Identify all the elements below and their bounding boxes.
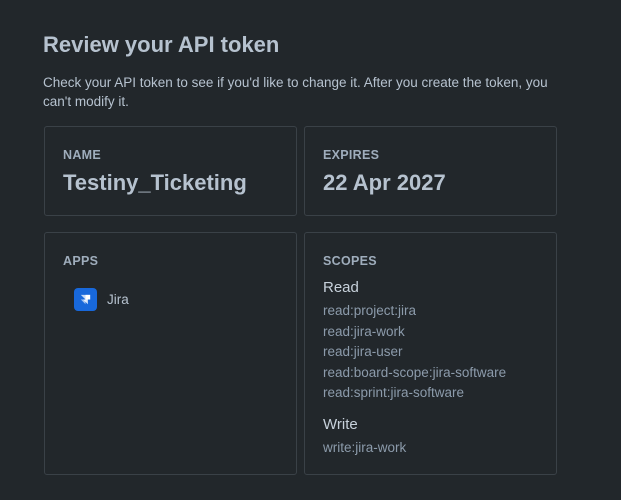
expires-card: EXPIRES 22 Apr 2027	[304, 126, 557, 216]
app-item-jira: Jira	[74, 288, 129, 311]
apps-card: APPS Jira	[44, 232, 297, 475]
review-api-token-page: Review your API token Check your API tok…	[0, 0, 621, 500]
apps-label: APPS	[63, 254, 99, 268]
expiry-date-value: 22 Apr 2027	[323, 170, 446, 195]
write-scopes-title: Write	[323, 416, 358, 433]
scopes-card: SCOPES Read read:project:jira read:jira-…	[304, 232, 557, 475]
read-scopes-list: read:project:jira read:jira-work read:ji…	[323, 301, 506, 404]
name-label: NAME	[63, 148, 102, 162]
scope-item: read:jira-user	[323, 344, 403, 360]
name-card: NAME Testiny_Ticketing	[44, 126, 297, 216]
read-scopes-title: Read	[323, 279, 359, 296]
scope-item: read:board-scope:jira-software	[323, 364, 507, 380]
scope-item: read:project:jira	[323, 303, 417, 318]
scope-item: read:jira-work	[323, 323, 405, 339]
page-description: Check your API token to see if you'd lik…	[43, 75, 548, 109]
write-scopes-list: write:jira-work	[323, 438, 406, 459]
app-label: Jira	[107, 292, 129, 307]
expires-label: EXPIRES	[323, 148, 380, 162]
scopes-label: SCOPES	[323, 254, 377, 268]
jira-icon	[74, 288, 97, 311]
scope-item: write:jira-work	[323, 440, 407, 455]
page-title: Review your API token	[43, 32, 280, 57]
token-name-value: Testiny_Ticketing	[63, 170, 247, 195]
scope-item: read:sprint:jira-software	[323, 385, 465, 401]
